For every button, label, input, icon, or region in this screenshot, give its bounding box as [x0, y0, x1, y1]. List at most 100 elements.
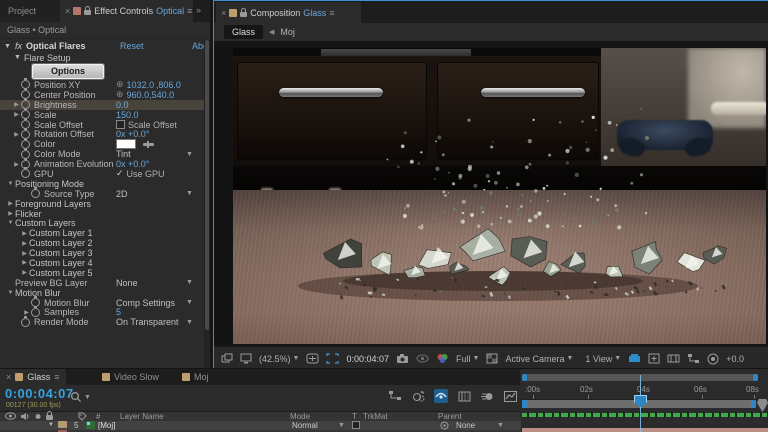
viewer-timecode[interactable]: 0:00:04:07 — [346, 354, 389, 364]
show-snapshot-icon[interactable] — [416, 354, 429, 363]
draft-3d-icon[interactable] — [411, 389, 425, 403]
effect-row-brightness[interactable]: ▶ Brightness 0.0 — [0, 98, 204, 110]
color-swatch[interactable] — [116, 139, 136, 150]
view-layout-dropdown[interactable]: 1 View ▼ — [585, 354, 621, 364]
panel-menu-icon[interactable]: ≡ — [187, 6, 192, 16]
twirl-icon[interactable]: ▼ — [6, 181, 15, 187]
twirl-icon[interactable]: ▶ — [6, 210, 15, 217]
property-value[interactable]: None — [116, 278, 138, 288]
effect-row-custom-layer-5[interactable]: ▶ Custom Layer 5 — [0, 268, 204, 278]
layer-mode-dropdown[interactable]: Normal — [292, 421, 318, 430]
dropdown-caret-icon[interactable]: ▼ — [186, 299, 193, 306]
effect-row-motion-blur[interactable]: ▼ Motion Blur — [0, 288, 204, 298]
effect-row-color-mode[interactable]: Color Mode ▼ Tint — [0, 147, 204, 159]
twirl-icon[interactable]: ▼ — [6, 290, 15, 296]
nav-comp-parent[interactable]: Moj — [280, 27, 295, 37]
reset-button[interactable]: Reset — [120, 41, 144, 51]
layer-duration-bar[interactable] — [522, 428, 768, 432]
property-value[interactable]: 5 — [116, 307, 121, 317]
flowchart-icon[interactable] — [687, 353, 700, 364]
tab-composition[interactable]: × Composition Glass ≡ — [216, 2, 361, 23]
twirl-icon[interactable]: ▶ — [12, 101, 21, 108]
options-button[interactable]: Options — [31, 63, 105, 80]
effect-row-samples[interactable]: ▶ Samples 5 — [0, 305, 204, 317]
effect-row-custom-layer-4[interactable]: ▶ Custom Layer 4 — [0, 258, 204, 268]
layer-name[interactable]: [Moj] — [98, 421, 115, 430]
tab-project[interactable]: Project — [0, 0, 60, 22]
parent-caret-icon[interactable]: ▼ — [497, 421, 504, 430]
magnification-dropdown[interactable]: (42.5%) ▼ — [259, 354, 299, 364]
transparency-grid-icon[interactable] — [486, 353, 498, 364]
effect-row-color[interactable]: Color — [0, 137, 204, 150]
work-area-end-handle[interactable] — [751, 400, 756, 408]
twirl-icon[interactable]: ▶ — [6, 200, 15, 207]
region-of-interest-icon[interactable] — [326, 353, 340, 364]
effect-row-render-mode[interactable]: Render Mode ▼ On Transparent — [0, 315, 204, 327]
scrollbar-thumb[interactable] — [205, 40, 209, 330]
effect-row-custom-layers[interactable]: ▼ Custom Layers — [0, 218, 204, 228]
effect-row-flicker[interactable]: ▶ Flicker — [0, 209, 204, 219]
twirl-icon[interactable]: ▼ — [6, 220, 15, 226]
dropdown-caret-icon[interactable]: ▼ — [186, 151, 193, 158]
effect-row-scale[interactable]: ▶ Scale 150.0 — [0, 108, 204, 120]
property-value[interactable]: ✓ Use GPU — [116, 168, 165, 179]
resolution-dropdown[interactable]: Full ▼ — [456, 354, 479, 364]
property-value[interactable]: 0x +0.0° — [116, 129, 149, 139]
eyedropper-icon[interactable] — [143, 140, 154, 148]
property-value[interactable]: 0.0 — [116, 100, 129, 110]
effect-row-positioning-mode[interactable]: ▼ Positioning Mode — [0, 179, 204, 189]
property-value[interactable]: On Transparent — [116, 317, 179, 327]
effect-row-source-type[interactable]: Source Type ▼ 2D — [0, 187, 204, 199]
graph-editor-icon[interactable] — [503, 389, 517, 403]
nav-back-icon[interactable]: ◀ — [269, 28, 274, 36]
close-icon[interactable]: × — [221, 8, 226, 18]
effect-row-foreground-layers[interactable]: ▶ Foreground Layers — [0, 199, 204, 209]
twirl-icon[interactable]: ▶ — [20, 230, 29, 237]
property-value[interactable]: Scale Offset — [116, 120, 177, 130]
effect-row-animation-evolution[interactable]: ▶ Animation Evolution 0x +0.0° — [0, 157, 204, 169]
lock-icon[interactable] — [240, 7, 248, 17]
close-icon[interactable]: × — [65, 6, 70, 16]
effect-row-custom-layer-1[interactable]: ▶ Custom Layer 1 — [0, 228, 204, 238]
effect-row-scale-offset[interactable]: Scale Offset Scale Offset — [0, 118, 204, 130]
show-channels-icon[interactable] — [436, 353, 449, 364]
share-view-icon[interactable] — [628, 353, 641, 364]
safe-margins-icon[interactable] — [306, 353, 319, 364]
property-value[interactable]: 2D — [116, 189, 128, 199]
stopwatch-icon[interactable] — [21, 315, 30, 327]
panel-menu-icon[interactable]: ≡ — [54, 372, 59, 382]
property-value[interactable]: ⊕ 960.0,540.0 — [116, 89, 174, 100]
effect-row-gpu[interactable]: GPU ✓ Use GPU — [0, 167, 204, 179]
exposure-value[interactable]: +0.0 — [726, 354, 744, 364]
tab-effect-controls[interactable]: × Effect Controls Optical ≡ — [60, 0, 193, 22]
pixel-aspect-icon[interactable] — [667, 353, 680, 364]
property-value[interactable]: Comp Settings — [116, 298, 175, 308]
hide-shy-layers-icon[interactable] — [434, 389, 448, 403]
stopwatch-icon[interactable] — [31, 305, 40, 317]
property-value[interactable]: Tint — [116, 149, 131, 159]
dropdown-caret-icon[interactable]: ▼ — [186, 279, 193, 286]
twirl-icon[interactable]: ▶ — [20, 259, 29, 266]
flare-setup-group[interactable]: ▼ Flare Setup — [14, 52, 70, 63]
layer-row[interactable]: ▼ 5 [Moj] Normal ▼ None ▼ — [0, 421, 521, 430]
effect-row-custom-layer-3[interactable]: ▶ Custom Layer 3 — [0, 248, 204, 258]
twirl-icon[interactable]: ▶ — [20, 269, 29, 276]
twirl-icon[interactable]: ▶ — [12, 161, 21, 168]
effect-row-custom-layer-2[interactable]: ▶ Custom Layer 2 — [0, 238, 204, 248]
layer-parent-dropdown[interactable]: None — [456, 421, 475, 430]
current-time-display[interactable]: 0:00:04:07 — [5, 386, 74, 401]
twirl-icon[interactable]: ▶ — [20, 240, 29, 247]
effect-row-rotation-offset[interactable]: ▶ Rotation Offset 0x +0.0° — [0, 127, 204, 139]
stopwatch-icon[interactable] — [21, 167, 30, 179]
twirl-icon[interactable]: ▶ — [12, 131, 21, 138]
tab-overflow-icon[interactable]: » — [196, 5, 201, 15]
always-preview-icon[interactable] — [221, 353, 233, 364]
twirl-icon[interactable]: ▶ — [12, 111, 21, 118]
nav-comp-current[interactable]: Glass — [224, 25, 264, 39]
lock-icon[interactable] — [84, 6, 92, 15]
work-area-start-handle[interactable] — [522, 400, 527, 408]
timeline-search[interactable]: ▼ — [70, 391, 91, 403]
snapshot-camera-icon[interactable] — [396, 353, 409, 364]
property-value[interactable] — [116, 139, 154, 150]
control-point-icon[interactable]: ⊕ — [116, 89, 124, 100]
